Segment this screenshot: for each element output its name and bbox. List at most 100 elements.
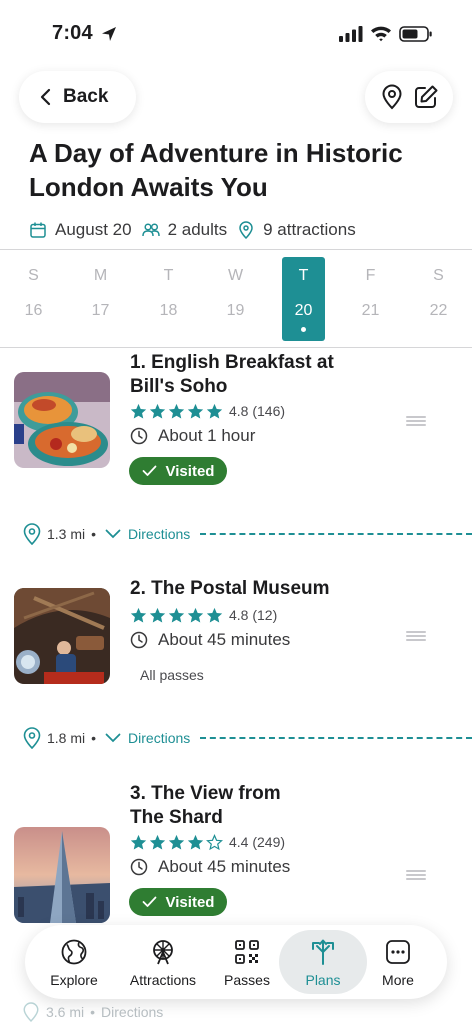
stop-title-line: 3. The View from xyxy=(130,783,281,804)
nav-explore[interactable]: Explore xyxy=(35,925,113,999)
star-full-icon xyxy=(149,607,166,623)
trip-guests-label: 2 adults xyxy=(167,220,228,239)
day-number: 16 xyxy=(24,302,43,319)
nav-label: Passes xyxy=(224,972,270,988)
cellular-signal-icon xyxy=(339,26,363,42)
wifi-icon xyxy=(371,26,391,42)
star-full-icon xyxy=(168,607,185,623)
day-18[interactable]: T 18 xyxy=(147,257,190,341)
drag-handle[interactable] xyxy=(406,870,426,880)
trip-date[interactable]: August 20 xyxy=(29,220,132,240)
day-number: 21 xyxy=(361,302,380,319)
stop-title-line: 1. English Breakfast at xyxy=(130,352,334,373)
chevron-down-icon[interactable] xyxy=(105,733,121,743)
ferris-wheel-icon xyxy=(153,940,173,965)
plans-arrows-icon xyxy=(312,939,334,965)
day-22[interactable]: S 22 xyxy=(417,257,460,341)
day-16[interactable]: S 16 xyxy=(12,257,55,341)
star-full-icon xyxy=(168,834,185,850)
location-pin-icon xyxy=(23,1002,39,1022)
day-number: 22 xyxy=(429,302,448,319)
stop-title[interactable]: 1. English Breakfast at Bill's Soho xyxy=(130,351,360,399)
stop-title[interactable]: 2. The Postal Museum xyxy=(130,577,360,601)
divider xyxy=(0,347,472,348)
day-of-week: F xyxy=(365,267,376,284)
visited-label: Visited xyxy=(165,462,215,480)
nav-more[interactable]: More xyxy=(363,925,433,999)
nav-label: Plans xyxy=(305,972,341,988)
nav-label: Explore xyxy=(50,972,98,988)
duration-row: About 45 minutes xyxy=(130,857,290,877)
star-outline-icon xyxy=(206,833,223,850)
trip-title: A Day of Adventure in Historic London Aw… xyxy=(29,138,403,202)
distance-row: 1.8 mi • Directions xyxy=(22,726,472,750)
day-21[interactable]: F 21 xyxy=(349,257,392,341)
star-full-icon xyxy=(130,607,147,623)
star-full-icon xyxy=(149,834,166,850)
status-time: 7:04 xyxy=(52,22,93,44)
checkmark-icon xyxy=(142,465,156,476)
trip-guests[interactable]: 2 adults xyxy=(141,220,228,240)
nav-plans-active[interactable]: Plans xyxy=(279,930,367,994)
duration-text: About 45 minutes xyxy=(158,630,291,649)
nav-attractions[interactable]: Attractions xyxy=(121,925,205,999)
directions-link[interactable]: Directions xyxy=(101,1004,163,1020)
stop-photo-breakfast xyxy=(14,372,110,468)
visited-label: Visited xyxy=(165,893,215,911)
header-actions xyxy=(365,71,453,123)
nav-label: More xyxy=(382,972,414,988)
separator-bullet: • xyxy=(91,526,97,542)
star-full-icon xyxy=(187,607,204,623)
clock-icon xyxy=(130,858,148,876)
star-full-icon xyxy=(149,403,166,419)
people-icon xyxy=(141,223,160,237)
day-of-week: T xyxy=(163,267,174,284)
distance-text: 1.3 mi xyxy=(47,526,86,542)
distance-row-faded: 3.6 mi • Directions xyxy=(22,1002,163,1022)
duration-text: About 45 minutes xyxy=(158,857,291,876)
nav-passes[interactable]: Passes xyxy=(211,925,283,999)
day-of-week: M xyxy=(93,267,108,284)
location-pin-icon xyxy=(23,727,41,749)
separator-bullet: • xyxy=(91,730,97,746)
trip-meta: August 20 2 adults 9 attractions xyxy=(29,218,366,242)
day-of-week: W xyxy=(227,267,244,284)
duration-row: About 1 hour xyxy=(130,426,255,446)
directions-link[interactable]: Directions xyxy=(128,526,190,542)
directions-link[interactable]: Directions xyxy=(128,730,190,746)
day-of-week: S xyxy=(433,267,444,284)
day-number: 20 xyxy=(294,302,313,319)
visited-badge[interactable]: Visited xyxy=(129,457,227,485)
star-full-icon xyxy=(206,403,223,419)
more-dots-icon xyxy=(386,940,410,964)
star-full-icon xyxy=(130,834,147,850)
visited-badge[interactable]: Visited xyxy=(129,888,227,916)
stop-title[interactable]: 3. The View from The Shard xyxy=(130,782,360,830)
chevron-down-icon[interactable] xyxy=(105,529,121,539)
day-20-selected[interactable]: T 20 xyxy=(282,257,325,341)
day-17[interactable]: M 17 xyxy=(79,257,122,341)
day-number: 17 xyxy=(91,302,110,319)
rating-text: 4.4 (249) xyxy=(229,834,286,850)
distance-text: 1.8 mi xyxy=(47,730,86,746)
trip-attractions[interactable]: 9 attractions xyxy=(237,220,356,240)
drag-handle[interactable] xyxy=(406,631,426,641)
edit-icon[interactable] xyxy=(413,84,439,110)
location-pin-icon xyxy=(239,221,253,239)
day-19[interactable]: W 19 xyxy=(214,257,257,341)
back-button[interactable]: Back xyxy=(19,71,136,123)
globe-icon xyxy=(61,939,87,965)
distance-text: 3.6 mi xyxy=(46,1004,85,1020)
separator-bullet: • xyxy=(90,1004,96,1020)
stop-photo-postal-museum xyxy=(14,588,110,684)
rating-row: 4.8 (146) xyxy=(130,402,285,420)
map-pin-icon[interactable] xyxy=(379,84,405,110)
drag-handle[interactable] xyxy=(406,416,426,426)
route-dashed-line xyxy=(200,737,472,739)
rating-text: 4.8 (146) xyxy=(229,403,286,419)
trip-attractions-label: 9 attractions xyxy=(263,220,356,239)
location-arrow-icon xyxy=(102,27,116,41)
star-full-icon xyxy=(187,834,204,850)
duration-text: About 1 hour xyxy=(158,426,256,445)
trip-date-label: August 20 xyxy=(55,220,132,239)
